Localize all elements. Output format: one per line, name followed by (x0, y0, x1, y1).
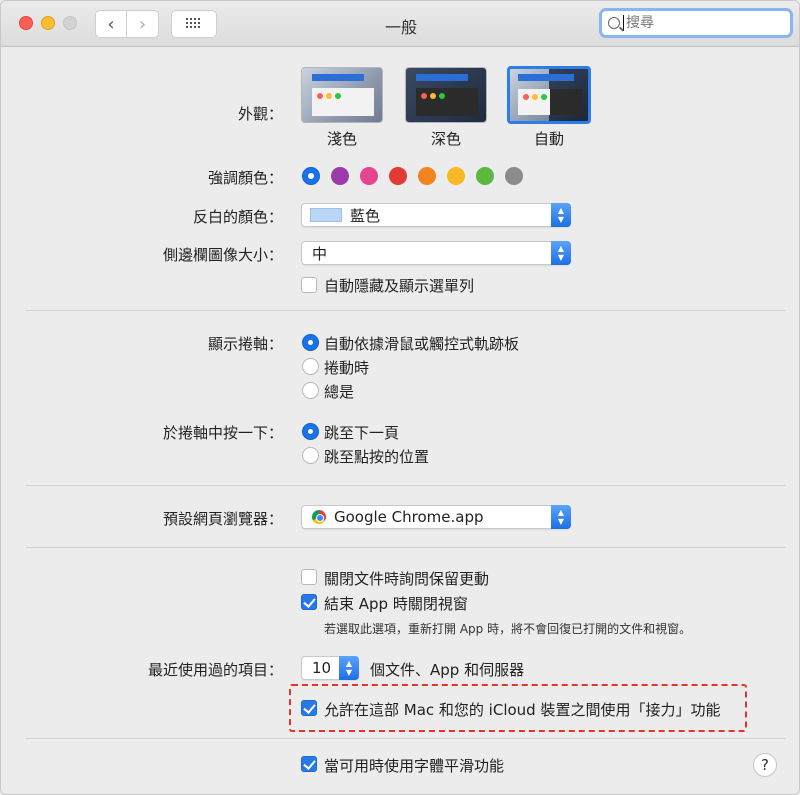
click-scroll-spot-radio[interactable] (302, 447, 319, 464)
appearance-auto-label[interactable]: 自動 (504, 128, 594, 149)
click-scroll-spot-label[interactable]: 跳至點按的位置 (324, 446, 429, 467)
divider (26, 310, 786, 311)
accent-color-swatch-4[interactable] (418, 167, 436, 185)
chrome-icon (312, 510, 326, 524)
divider (26, 547, 786, 548)
click-scroll-next-page-radio[interactable] (302, 423, 319, 440)
preferences-window: ‹ › 一般 外觀： 淺色 深色 自動 強調顏色： (0, 0, 800, 795)
handoff-checkbox[interactable] (301, 700, 317, 716)
appearance-dark-label[interactable]: 深色 (401, 128, 491, 149)
recent-items-suffix: 個文件、App 和伺服器 (370, 661, 525, 679)
scrollbars-scrolling-label[interactable]: 捲動時 (324, 357, 369, 378)
accent-color-swatch-5[interactable] (447, 167, 465, 185)
scrollbars-auto-label[interactable]: 自動依據滑鼠或觸控式軌跡板 (324, 333, 519, 354)
ask-keep-changes-label: 關閉文件時詢問保留更動 (324, 570, 490, 588)
appearance-light-thumb[interactable] (301, 67, 383, 123)
search-field[interactable] (599, 8, 793, 38)
question-mark-icon: ? (761, 756, 769, 774)
highlight-color-value: 藍色 (350, 206, 381, 225)
click-scroll-label: 於捲軸中按一下： (162, 424, 283, 442)
color-chip (310, 208, 342, 222)
accent-color-swatch-2[interactable] (360, 167, 378, 185)
highlight-color-popup[interactable]: 藍色 ▲ ▼ (301, 203, 571, 227)
scrollbars-always-label[interactable]: 總是 (324, 381, 354, 402)
click-scroll-next-page-label[interactable]: 跳至下一頁 (324, 422, 399, 443)
close-windows-note: 若選取此選項，重新打開 App 時，將不會回復已打開的文件和視窗。 (324, 622, 692, 636)
help-button[interactable]: ? (753, 753, 777, 777)
accent-color-swatch-3[interactable] (389, 167, 407, 185)
menu-autohide-checkbox[interactable] (301, 277, 317, 293)
search-icon (608, 17, 620, 29)
default-browser-label: 預設網頁瀏覽器： (162, 510, 283, 528)
appearance-light-label[interactable]: 淺色 (297, 128, 387, 149)
popup-stepper-icon: ▲ ▼ (551, 241, 571, 265)
scrollbars-scrolling-radio[interactable] (302, 358, 319, 375)
title-bar: ‹ › 一般 (1, 1, 799, 47)
accent-color-swatch-0[interactable] (302, 167, 320, 185)
divider (26, 738, 786, 739)
accent-color-swatch-7[interactable] (505, 167, 523, 185)
scrollbars-label: 顯示捲軸： (207, 335, 283, 353)
appearance-auto-thumb[interactable] (507, 66, 591, 124)
sidebar-size-value: 中 (312, 244, 328, 263)
popup-stepper-icon: ▲ ▼ (339, 656, 359, 680)
scrollbars-always-radio[interactable] (302, 382, 319, 399)
appearance-dark-thumb[interactable] (405, 67, 487, 123)
scrollbars-auto-radio[interactable] (302, 334, 319, 351)
accent-color-label: 強調顏色： (207, 169, 283, 187)
close-windows-label: 結束 App 時關閉視窗 (324, 595, 468, 613)
ask-keep-changes-checkbox[interactable] (301, 569, 317, 585)
divider (26, 485, 786, 486)
default-browser-popup[interactable]: Google Chrome.app ▲ ▼ (301, 505, 571, 529)
font-smoothing-checkbox[interactable] (301, 756, 317, 772)
recent-items-label: 最近使用過的項目： (147, 661, 283, 679)
close-windows-checkbox[interactable] (301, 594, 317, 610)
handoff-label: 允許在這部 Mac 和您的 iCloud 裝置之間使用「接力」功能 (324, 701, 721, 719)
menu-autohide-label: 自動隱藏及顯示選單列 (324, 277, 475, 295)
recent-items-value: 10 (312, 659, 332, 677)
search-input[interactable] (626, 15, 776, 31)
accent-color-swatch-6[interactable] (476, 167, 494, 185)
popup-stepper-icon: ▲ ▼ (551, 203, 571, 227)
default-browser-value: Google Chrome.app (334, 508, 484, 526)
appearance-label: 外觀： (237, 105, 283, 123)
font-smoothing-label: 當可用時使用字體平滑功能 (324, 757, 505, 775)
recent-items-popup[interactable]: 10 ▲ ▼ (301, 656, 359, 680)
sidebar-size-popup[interactable]: 中 ▲ ▼ (301, 241, 571, 265)
highlight-color-label: 反白的顏色： (192, 208, 283, 226)
accent-color-swatch-1[interactable] (331, 167, 349, 185)
popup-stepper-icon: ▲ ▼ (551, 505, 571, 529)
sidebar-size-label: 側邊欄圖像大小： (162, 246, 283, 264)
